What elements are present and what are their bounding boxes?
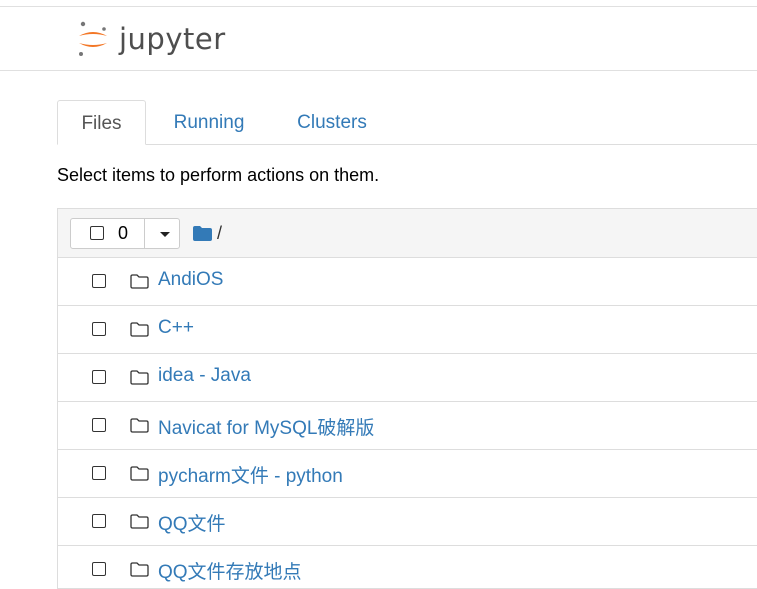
- selected-count: 0: [118, 223, 129, 243]
- row-checkbox[interactable]: [92, 562, 106, 576]
- tab-bar: Files Running Clusters: [57, 100, 757, 145]
- row-checkbox[interactable]: [92, 370, 106, 384]
- jupyter-logo-icon: [79, 21, 107, 56]
- select-all-button[interactable]: 0: [71, 219, 145, 248]
- row-checkbox[interactable]: [92, 418, 106, 432]
- folder-icon: [130, 418, 149, 433]
- folder-icon: [130, 322, 149, 337]
- item-name[interactable]: QQ文件存放地点: [158, 557, 302, 584]
- item-name[interactable]: C++: [158, 317, 194, 339]
- item-name[interactable]: QQ文件: [158, 509, 226, 536]
- list-item[interactable]: QQ文件存放地点: [58, 546, 757, 588]
- logo-text: jupyter: [119, 21, 226, 56]
- folder-icon: [130, 274, 149, 289]
- item-name[interactable]: pycharm文件 - python: [158, 461, 343, 488]
- list-header: 0 /: [58, 209, 757, 258]
- folder-icon: [130, 466, 149, 481]
- item-name[interactable]: idea - Java: [158, 365, 251, 387]
- item-name[interactable]: Navicat for MySQL破解版: [158, 413, 374, 440]
- select-all-group: 0: [70, 218, 180, 249]
- select-all-checkbox[interactable]: [90, 226, 104, 240]
- header: jupyter: [0, 7, 757, 71]
- folder-icon: [130, 370, 149, 385]
- list-item[interactable]: pycharm文件 - python: [58, 450, 757, 498]
- list-item[interactable]: idea - Java: [58, 354, 757, 402]
- file-list: 0 / AndiOS C++ idea - Java Navicat for M…: [57, 208, 757, 589]
- jupyter-logo[interactable]: jupyter: [76, 19, 226, 59]
- tab-files[interactable]: Files: [57, 100, 146, 145]
- folder-icon: [130, 514, 149, 529]
- list-item[interactable]: QQ文件: [58, 498, 757, 546]
- selection-hint: Select items to perform actions on them.: [57, 165, 380, 185]
- tab-clusters[interactable]: Clusters: [281, 100, 383, 144]
- row-checkbox[interactable]: [92, 514, 106, 528]
- folder-filled-icon[interactable]: [193, 225, 212, 241]
- tab-running[interactable]: Running: [157, 100, 261, 144]
- folder-icon: [130, 562, 149, 577]
- list-item[interactable]: AndiOS: [58, 258, 757, 306]
- list-item[interactable]: Navicat for MySQL破解版: [58, 402, 757, 450]
- row-checkbox[interactable]: [92, 274, 106, 288]
- chevron-down-icon[interactable]: [160, 232, 170, 237]
- breadcrumb-path[interactable]: /: [217, 223, 222, 244]
- row-checkbox[interactable]: [92, 466, 106, 480]
- list-item[interactable]: C++: [58, 306, 757, 354]
- item-name[interactable]: AndiOS: [158, 269, 223, 291]
- breadcrumb: /: [193, 223, 222, 243]
- row-checkbox[interactable]: [92, 322, 106, 336]
